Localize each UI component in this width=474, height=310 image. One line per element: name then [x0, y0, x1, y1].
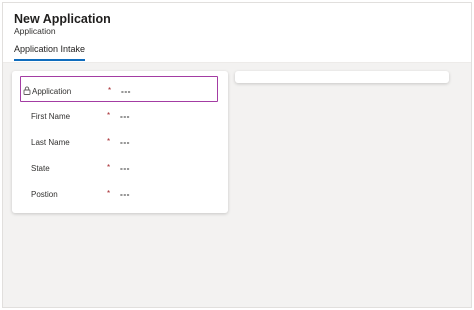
tab-application-intake[interactable]: Application Intake	[14, 44, 85, 58]
field-label-first-name: First Name	[31, 112, 71, 121]
required-indicator: *	[107, 137, 111, 146]
required-indicator: *	[107, 111, 111, 120]
active-tab-indicator	[14, 59, 85, 61]
lock-icon	[23, 86, 31, 95]
field-label-state: State	[31, 164, 50, 173]
entity-name: Application	[14, 26, 56, 36]
required-indicator: *	[108, 86, 112, 95]
field-label-last-name: Last Name	[31, 138, 70, 147]
app-window: New Application Application Application …	[2, 2, 472, 308]
required-indicator: *	[107, 163, 111, 172]
field-application[interactable]: Application * ---	[20, 76, 218, 102]
page-title: New Application	[14, 12, 111, 26]
field-state[interactable]: State * ---	[20, 154, 218, 180]
form-section-card: Application * --- First Name * --- Last …	[12, 71, 228, 213]
required-indicator: *	[107, 189, 111, 198]
field-value-application[interactable]: ---	[121, 86, 131, 96]
field-value-state[interactable]: ---	[120, 163, 130, 173]
field-label-position: Postion	[31, 190, 58, 199]
field-first-name[interactable]: First Name * ---	[20, 102, 218, 128]
field-value-first-name[interactable]: ---	[120, 111, 130, 121]
form-header: New Application Application Application …	[3, 3, 471, 63]
field-last-name[interactable]: Last Name * ---	[20, 128, 218, 154]
field-value-last-name[interactable]: ---	[120, 137, 130, 147]
field-value-position[interactable]: ---	[120, 189, 130, 199]
secondary-section-card	[235, 71, 449, 83]
field-position[interactable]: Postion * ---	[20, 180, 218, 206]
field-label-application: Application	[32, 87, 72, 96]
